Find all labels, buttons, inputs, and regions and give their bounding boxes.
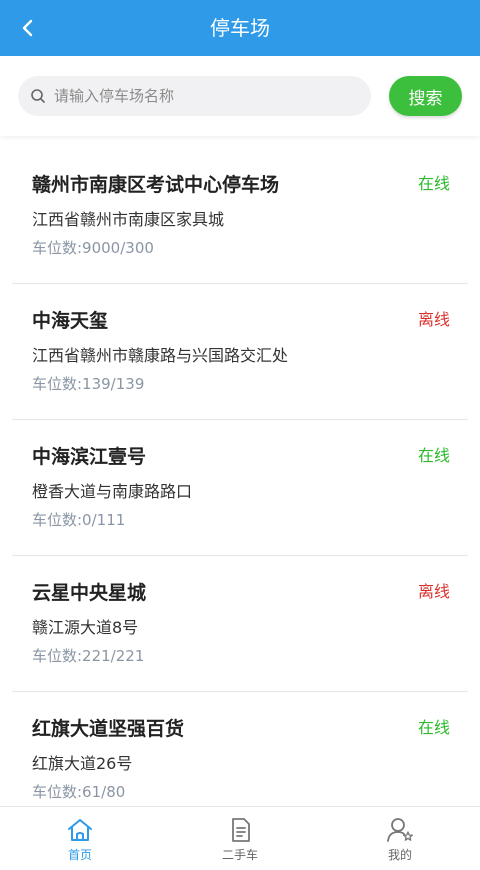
tab-mine[interactable]: 我的 bbox=[320, 807, 480, 870]
status-badge: 在线 bbox=[417, 718, 450, 737]
home-icon bbox=[68, 819, 92, 841]
parking-lot-item[interactable]: 中海滨江壹号 在线 橙香大道与南康路路口 车位数:0/111 bbox=[12, 420, 468, 556]
chevron-left-icon bbox=[22, 19, 33, 37]
parking-lot-name: 中海滨江壹号 bbox=[32, 446, 147, 468]
back-button[interactable] bbox=[8, 8, 48, 48]
search-box[interactable] bbox=[18, 76, 371, 116]
parking-lot-spaces: 车位数:221/221 bbox=[32, 647, 145, 665]
parking-lot-item[interactable]: 云星中央星城 离线 赣江源大道8号 车位数:221/221 bbox=[12, 556, 468, 692]
status-badge: 在线 bbox=[417, 446, 450, 465]
parking-lot-item[interactable]: 中海天玺 离线 江西省赣州市赣康路与兴国路交汇处 车位数:139/139 bbox=[12, 284, 468, 420]
search-bar: 搜索 bbox=[0, 56, 480, 136]
search-button[interactable]: 搜索 bbox=[389, 76, 462, 116]
page-title: 停车场 bbox=[210, 16, 270, 40]
parking-lot-spaces: 车位数:9000/300 bbox=[32, 239, 154, 257]
status-badge: 离线 bbox=[417, 310, 450, 329]
tab-home[interactable]: 首页 bbox=[0, 807, 160, 870]
app-header: 停车场 bbox=[0, 0, 480, 56]
parking-lot-list: 赣州市南康区考试中心停车场 在线 江西省赣州市南康区家具城 车位数:9000/3… bbox=[0, 148, 480, 806]
parking-lot-address: 橙香大道与南康路路口 bbox=[32, 482, 193, 501]
tab-used-car[interactable]: 二手车 bbox=[160, 807, 320, 870]
parking-lot-spaces: 车位数:139/139 bbox=[32, 375, 145, 393]
bottom-tab-bar: 首页 二手车 我的 bbox=[0, 806, 480, 870]
parking-lot-spaces: 车位数:0/111 bbox=[32, 511, 126, 529]
search-input[interactable] bbox=[54, 76, 344, 116]
status-badge: 在线 bbox=[417, 174, 450, 193]
user-icon bbox=[387, 818, 413, 842]
parking-lot-address: 江西省赣州市赣康路与兴国路交汇处 bbox=[32, 346, 289, 365]
parking-lot-item[interactable]: 赣州市南康区考试中心停车场 在线 江西省赣州市南康区家具城 车位数:9000/3… bbox=[12, 148, 468, 284]
parking-lot-name: 红旗大道坚强百货 bbox=[32, 718, 185, 740]
status-badge: 离线 bbox=[417, 582, 450, 601]
parking-lot-address: 红旗大道26号 bbox=[32, 754, 133, 773]
document-icon bbox=[232, 818, 250, 842]
parking-lot-name: 赣州市南康区考试中心停车场 bbox=[32, 174, 280, 196]
parking-lot-name: 云星中央星城 bbox=[32, 582, 147, 604]
search-icon bbox=[31, 89, 45, 103]
parking-lot-address: 江西省赣州市南康区家具城 bbox=[32, 210, 225, 229]
tab-label: 首页 bbox=[67, 848, 92, 862]
parking-lot-address: 赣江源大道8号 bbox=[32, 618, 139, 637]
tab-label: 我的 bbox=[387, 848, 412, 862]
tab-label: 二手车 bbox=[221, 848, 258, 862]
parking-lot-spaces: 车位数:61/80 bbox=[32, 783, 126, 801]
parking-lot-item[interactable]: 红旗大道坚强百货 在线 红旗大道26号 车位数:61/80 bbox=[12, 692, 468, 806]
parking-lot-name: 中海天玺 bbox=[32, 310, 109, 332]
